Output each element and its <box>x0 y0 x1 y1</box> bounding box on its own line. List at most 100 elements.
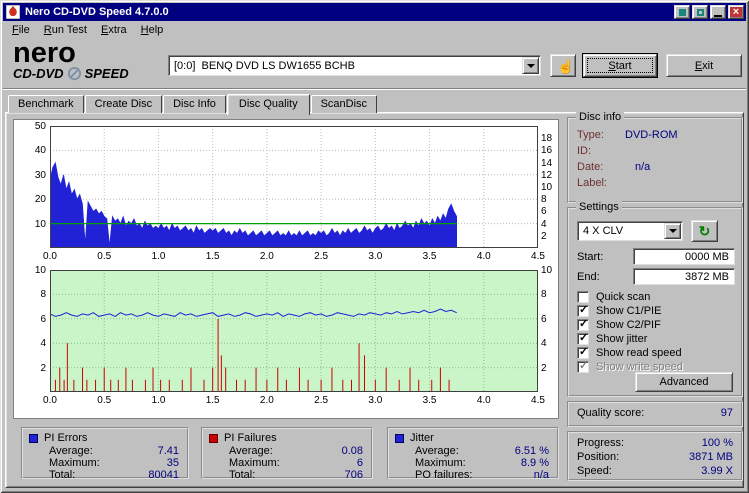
end-position-field[interactable]: 3872 MB <box>633 268 735 285</box>
menu-run-test[interactable]: Run Test <box>37 22 94 38</box>
axis-tick-label: 40 <box>14 145 46 156</box>
tab-disc-quality[interactable]: Disc Quality <box>227 94 310 115</box>
eject-hand-button[interactable]: ☝ <box>550 54 576 77</box>
position-value: 3871 MB <box>689 451 733 463</box>
axis-tick-label: 1.5 <box>201 395 225 406</box>
settings-title: Settings <box>576 201 622 213</box>
axis-tick-label: 8 <box>14 289 46 300</box>
checkbox-show-jitter[interactable]: Show jitter <box>577 333 735 347</box>
tab-create-disc[interactable]: Create Disc <box>85 95 162 113</box>
axis-tick-label: 4 <box>14 338 46 349</box>
progress-box: Progress: 100 % Position: 3871 MB Speed:… <box>567 431 743 481</box>
tab-scandisc[interactable]: ScanDisc <box>311 95 377 113</box>
disc-type-value: DVD-ROM <box>625 129 678 141</box>
axis-tick-label: 6 <box>14 314 46 325</box>
axis-tick-label: 8 <box>541 194 561 205</box>
axis-tick-label: 1.5 <box>201 251 225 262</box>
axis-tick-label: 12 <box>541 170 561 181</box>
start-position-field[interactable]: 0000 MB <box>633 248 735 265</box>
disc-id-label: ID: <box>577 145 591 157</box>
axis-tick-label: 4.0 <box>472 251 496 262</box>
axis-tick-label: 4.0 <box>472 395 496 406</box>
disc-info-row: Date: n/a <box>577 161 733 175</box>
checkbox-icon <box>577 361 589 373</box>
tab-disc-info[interactable]: Disc Info <box>163 95 226 113</box>
axis-tick-label: 6 <box>541 314 561 325</box>
app-glyph-icon <box>679 9 686 16</box>
axis-tick-label: 8 <box>541 289 561 300</box>
speed-select-arrow[interactable] <box>664 223 681 239</box>
quality-score-value: 97 <box>721 407 733 419</box>
toolbar: nero CD-DVD SPEED [0:0] BENQ DVD LS DW16… <box>3 39 746 88</box>
checkbox-show-read-speed[interactable]: Show read speed <box>577 347 735 361</box>
disc-info-row: ID: <box>577 145 733 159</box>
start-position-label: Start: <box>577 251 603 263</box>
disc-date-label: Date: <box>577 161 603 173</box>
checkbox-icon <box>577 347 589 359</box>
jitter-legend-icon <box>395 434 404 443</box>
speed-label: Speed: <box>577 465 612 477</box>
drive-select-arrow[interactable] <box>522 57 539 74</box>
chevron-down-icon <box>669 229 677 233</box>
toolbar-separator <box>3 88 746 90</box>
minimize-icon <box>714 15 722 17</box>
axis-tick-label: 4 <box>541 219 561 230</box>
disc-info-group: Disc info Type: DVD-ROM ID: Date: n/a La… <box>567 117 743 203</box>
drive-select-value: [0:0] BENQ DVD LS DW1655 BCHB <box>169 60 521 72</box>
nero-logo: nero CD-DVD SPEED <box>13 40 163 81</box>
axis-tick-label: 0.5 <box>92 251 116 262</box>
checkbox-icon <box>577 319 589 331</box>
app-window: Nero CD-DVD Speed 4.7.0.0 × File Run Tes… <box>0 0 749 493</box>
stat-jitter: Jitter Average:6.51 % Maximum:8.9 % PO f… <box>387 427 559 479</box>
disc-info-row: Type: DVD-ROM <box>577 129 733 143</box>
chevron-down-icon <box>527 64 535 68</box>
checkbox-show-c2-pif[interactable]: Show C2/PIF <box>577 319 735 333</box>
advanced-button[interactable]: Advanced <box>635 372 733 392</box>
disc-info-title: Disc info <box>576 111 624 123</box>
checkbox-show-c1-pie[interactable]: Show C1/PIE <box>577 305 735 319</box>
axis-tick-label: 3.5 <box>418 251 442 262</box>
quality-score-label: Quality score: <box>577 407 644 419</box>
axis-tick-label: 2.0 <box>255 395 279 406</box>
titlebar-app-button-1[interactable] <box>674 5 690 19</box>
pointing-hand-icon: ☝ <box>557 58 574 74</box>
pi-failures-legend-icon <box>209 434 218 443</box>
menu-file[interactable]: File <box>5 22 37 38</box>
checkbox-icon <box>577 333 589 345</box>
title-bar: Nero CD-DVD Speed 4.7.0.0 × <box>3 3 746 21</box>
drive-select[interactable]: [0:0] BENQ DVD LS DW1655 BCHB <box>168 55 541 76</box>
axis-tick-label: 0.5 <box>92 395 116 406</box>
axis-tick-label: 6 <box>541 206 561 217</box>
end-position-label: End: <box>577 271 600 283</box>
pi-errors-chart <box>50 126 538 248</box>
axis-tick-label: 2.5 <box>309 395 333 406</box>
axis-tick-label: 2 <box>541 231 561 242</box>
axis-tick-label: 0.0 <box>38 395 62 406</box>
axis-tick-label: 20 <box>14 194 46 205</box>
checkbox-icon <box>577 305 589 317</box>
start-button[interactable]: Start <box>583 54 657 77</box>
app-glyph-icon <box>697 9 704 16</box>
close-button[interactable]: × <box>728 5 744 19</box>
disc-info-row: Label: <box>577 177 733 191</box>
speed-select[interactable]: 4 X CLV <box>577 221 683 241</box>
speed-gauge-icon <box>67 66 82 81</box>
axis-tick-label: 3.0 <box>363 395 387 406</box>
speed-select-value: 4 X CLV <box>578 225 663 237</box>
menu-extra[interactable]: Extra <box>94 22 134 38</box>
stat-pi-errors: PI Errors Average:7.41 Maximum:35 Total:… <box>21 427 189 479</box>
position-label: Position: <box>577 451 619 463</box>
minimize-button[interactable] <box>710 5 726 19</box>
stat-title: Jitter <box>410 432 434 444</box>
axis-tick-label: 50 <box>14 121 46 132</box>
exit-button[interactable]: Exit <box>666 54 742 77</box>
titlebar-app-button-2[interactable] <box>692 5 708 19</box>
axis-tick-label: 2 <box>541 363 561 374</box>
axis-tick-label: 10 <box>541 182 561 193</box>
axis-tick-label: 3.5 <box>418 395 442 406</box>
checkbox-quick-scan[interactable]: Quick scan <box>577 291 735 305</box>
axis-tick-label: 14 <box>541 158 561 169</box>
tab-benchmark[interactable]: Benchmark <box>8 95 84 113</box>
menu-help[interactable]: Help <box>134 22 171 38</box>
refresh-button[interactable]: ↻ <box>691 220 718 242</box>
